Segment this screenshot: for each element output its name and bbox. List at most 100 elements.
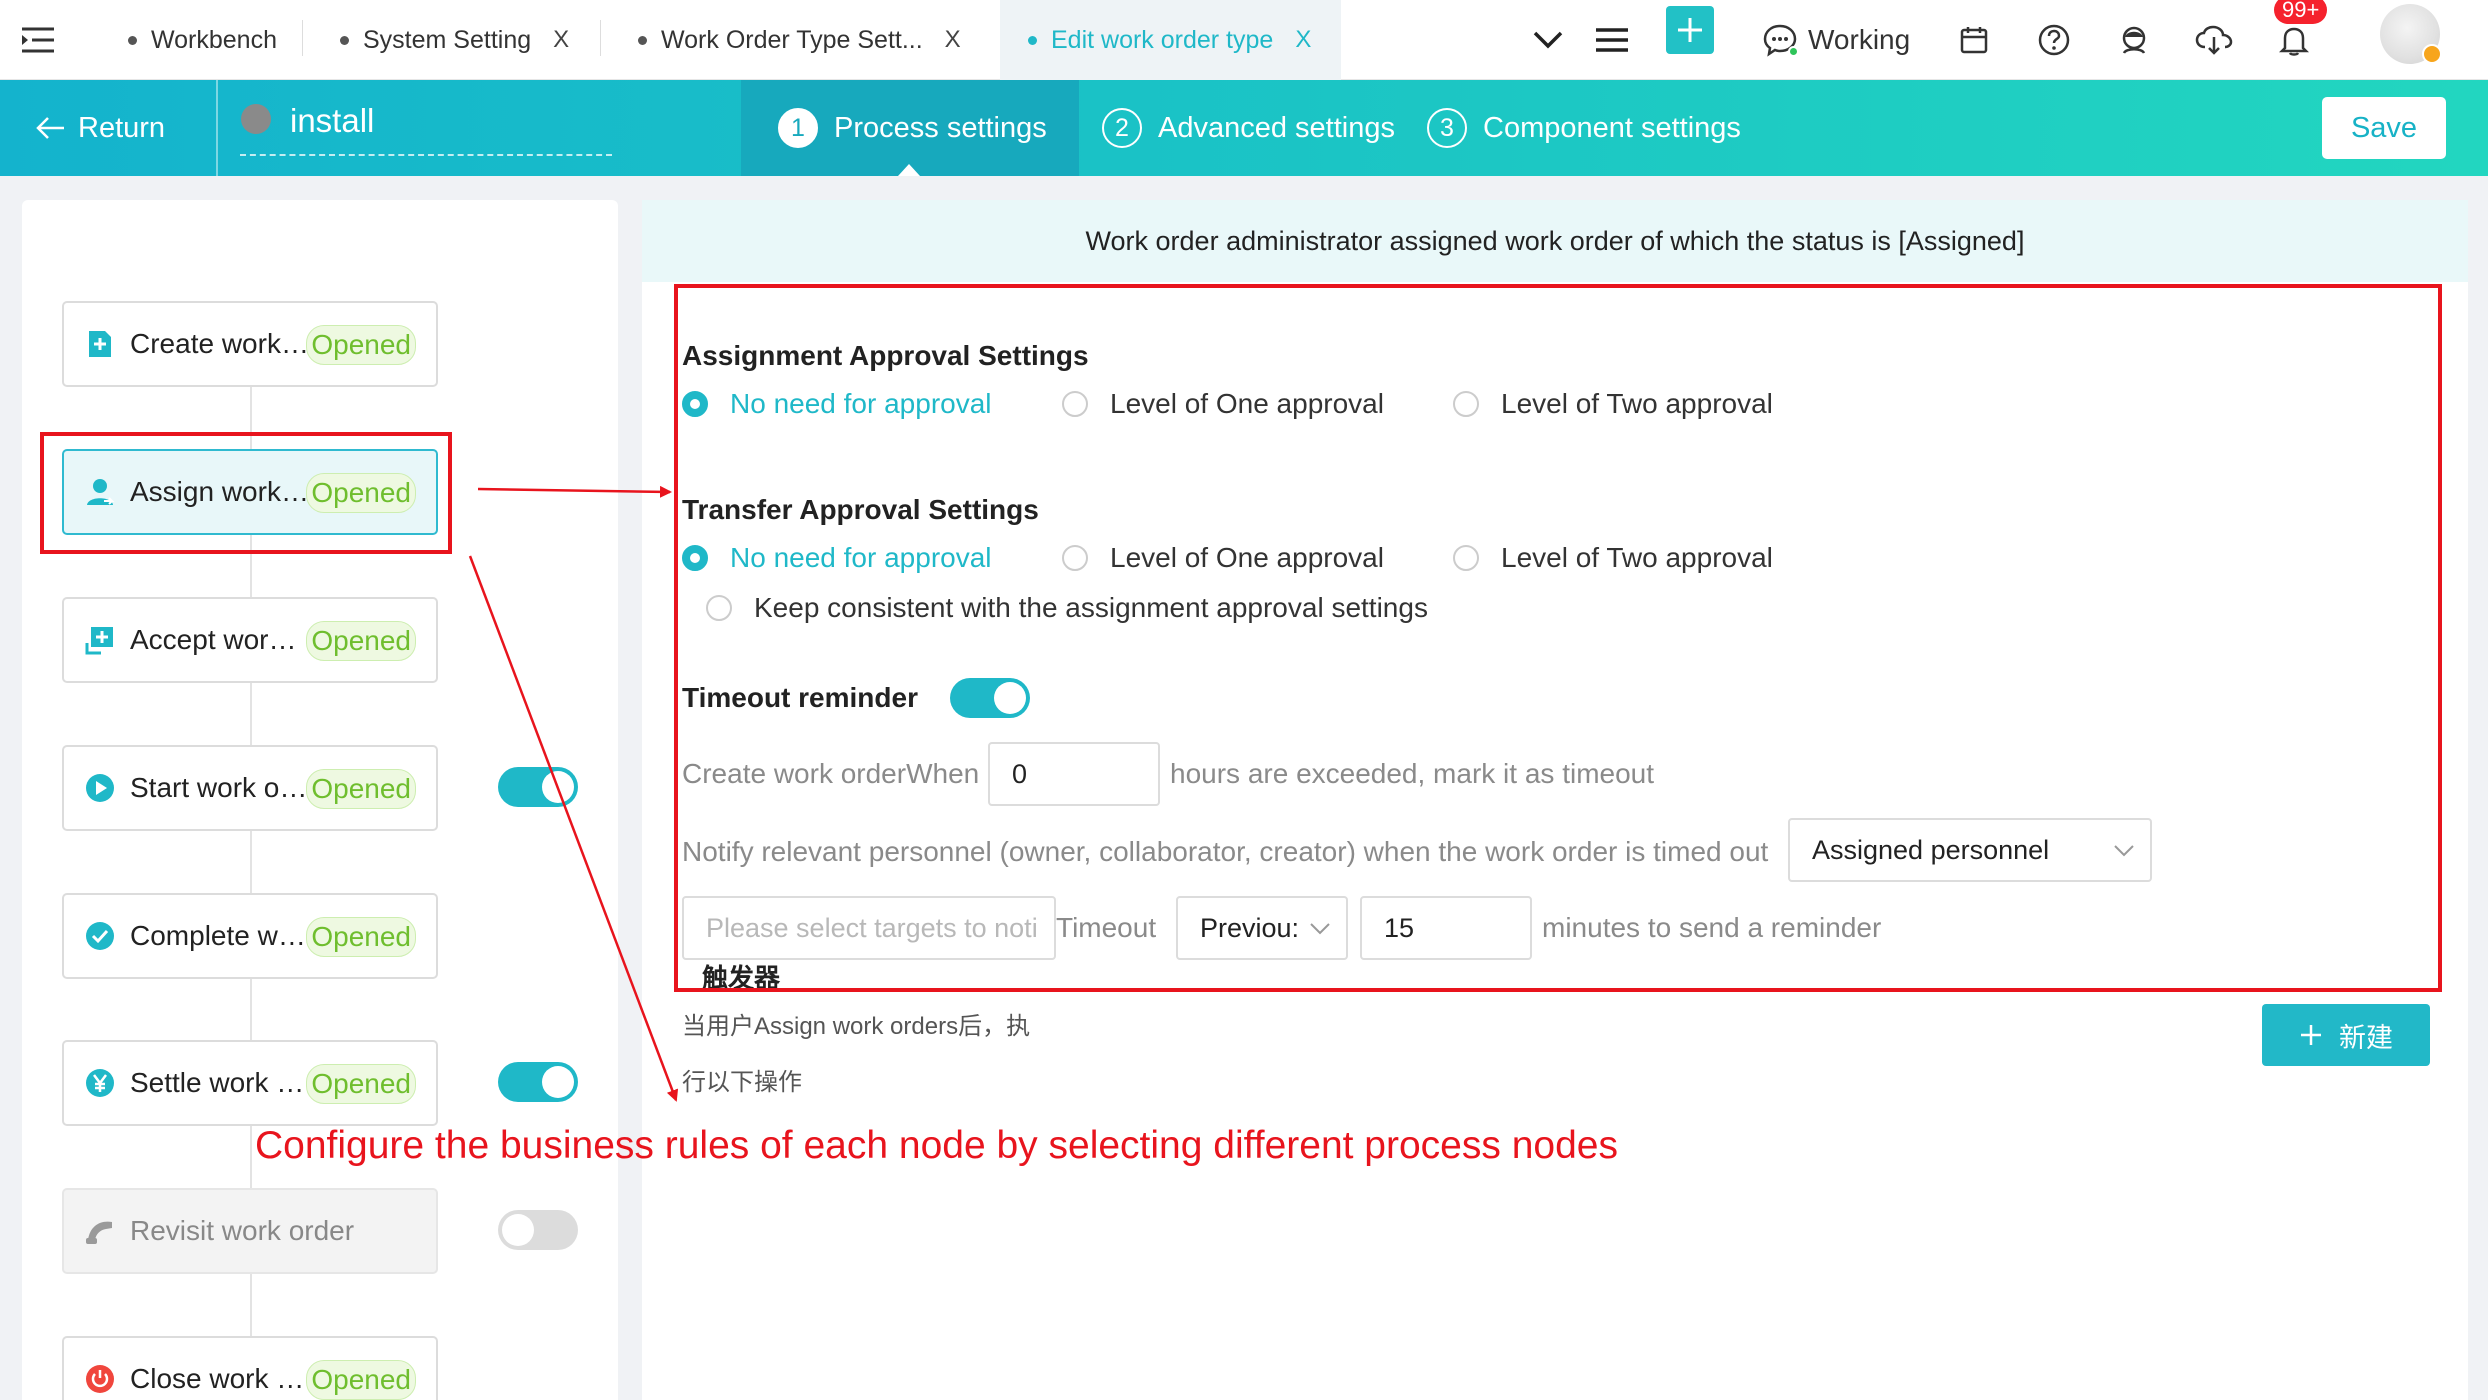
work-order-type-name[interactable]: install xyxy=(290,102,374,140)
reminder-minutes-suffix: minutes to send a reminder xyxy=(1542,912,1882,943)
radio-checked-icon xyxy=(682,545,708,571)
tab-system-setting[interactable]: System Setting X xyxy=(330,0,579,80)
timeout-hours-suffix: hours are exceeded, mark it as timeout xyxy=(1170,758,1655,789)
node-label: Start work order xyxy=(130,772,310,803)
timeout-reminder-toggle[interactable] xyxy=(950,678,1030,718)
online-dot xyxy=(1788,46,1799,57)
node-label: Create work order xyxy=(130,328,310,359)
assignment-radio-no-approval[interactable]: No need for approval xyxy=(682,388,992,420)
create-icon xyxy=(84,328,116,360)
radio-label: No need for approval xyxy=(730,388,992,419)
type-color-dot[interactable] xyxy=(241,104,271,134)
node-accept-work-order[interactable]: Accept work order Opened xyxy=(62,597,438,683)
radio-unchecked-icon xyxy=(1062,391,1088,417)
tab-label: Work Order Type Sett... xyxy=(661,25,923,54)
hamburger-icon[interactable] xyxy=(1586,14,1638,66)
status-badge: Opened xyxy=(306,1064,416,1104)
radio-label: Level of Two approval xyxy=(1501,542,1773,573)
node-label: Settle work order xyxy=(130,1067,310,1098)
timeout-label: Timeout xyxy=(1056,912,1157,943)
radio-label: No need for approval xyxy=(730,542,992,573)
arrow-left-icon xyxy=(36,117,64,139)
reminder-timing-select[interactable]: Previou: xyxy=(1176,896,1348,960)
reminder-minutes-input[interactable]: 15 xyxy=(1360,896,1532,960)
power-icon xyxy=(84,1363,116,1395)
close-icon[interactable]: X xyxy=(553,26,569,54)
return-button[interactable]: Return xyxy=(36,80,165,176)
node-label: Accept work order xyxy=(130,624,310,655)
close-icon[interactable]: X xyxy=(945,26,961,54)
tab-dot xyxy=(340,35,349,45)
node-label: Complete work order xyxy=(130,920,310,951)
notify-personnel-select[interactable]: Assigned personnel xyxy=(1788,818,2152,882)
select-value: Assigned personnel xyxy=(1812,834,2050,865)
close-icon[interactable]: X xyxy=(1295,26,1311,54)
menu-toggle-icon[interactable] xyxy=(12,14,64,66)
play-icon xyxy=(84,772,116,804)
working-label: Working xyxy=(1808,24,1911,55)
radio-unchecked-icon xyxy=(1062,545,1088,571)
node-assign-work-order[interactable]: Assign work order Opened xyxy=(62,449,438,535)
tab-dot xyxy=(638,35,647,45)
cloud-download-icon[interactable] xyxy=(2188,14,2240,66)
node-settle-work-order[interactable]: Settle work order Opened xyxy=(62,1040,438,1126)
transfer-approval-title: Transfer Approval Settings xyxy=(682,494,1039,525)
calendar-icon[interactable] xyxy=(1948,14,2000,66)
status-badge: Opened xyxy=(306,917,416,957)
phone-icon xyxy=(84,1215,116,1247)
step-advanced-settings[interactable]: 2 Advanced settings xyxy=(1102,80,1395,176)
node-revisit-work-order[interactable]: Revisit work order xyxy=(62,1188,438,1274)
transfer-radio-no-approval[interactable]: No need for approval xyxy=(682,542,992,574)
tab-label: Workbench xyxy=(151,25,277,54)
plus-icon xyxy=(2301,1025,2321,1045)
radio-label: Level of Two approval xyxy=(1501,388,1773,419)
new-trigger-button[interactable]: 新建 xyxy=(2262,1004,2430,1066)
step-process-settings[interactable]: 1 Process settings xyxy=(778,80,1047,176)
node-close-work-order[interactable]: Close work order Opened xyxy=(62,1336,438,1400)
node-toggle-revisit[interactable] xyxy=(498,1210,578,1250)
notify-targets-input[interactable]: Please select targets to noti xyxy=(682,896,1056,960)
step-label: Process settings xyxy=(834,111,1047,144)
avatar[interactable] xyxy=(2380,4,2442,64)
node-complete-work-order[interactable]: Complete work order Opened xyxy=(62,893,438,979)
node-settings-panel xyxy=(642,200,2468,1400)
transfer-radio-level-one[interactable]: Level of One approval xyxy=(1062,542,1384,574)
tab-edit-work-order-type[interactable]: Edit work order type X xyxy=(1000,0,1342,80)
user-service-icon[interactable] xyxy=(2108,14,2160,66)
timeout-hours-input[interactable]: 0 xyxy=(988,742,1160,806)
node-toggle-settle[interactable] xyxy=(498,1062,578,1102)
step-label: Advanced settings xyxy=(1158,111,1395,144)
radio-unchecked-icon xyxy=(1453,391,1479,417)
node-label: Revisit work order xyxy=(130,1215,355,1246)
chevron-down-icon[interactable] xyxy=(1522,14,1574,66)
status-badge: Opened xyxy=(306,1360,416,1400)
assignment-radio-level-two[interactable]: Level of Two approval xyxy=(1453,388,1773,420)
node-toggle-start[interactable] xyxy=(498,767,578,807)
radio-label: Level of One approval xyxy=(1110,388,1384,419)
node-create-work-order[interactable]: Create work order Opened xyxy=(62,301,438,387)
assignment-radio-level-one[interactable]: Level of One approval xyxy=(1062,388,1384,420)
plus-icon[interactable] xyxy=(1666,6,1714,54)
tab-work-order-type-settings[interactable]: Work Order Type Sett... X xyxy=(628,0,971,80)
step-number: 3 xyxy=(1427,108,1467,148)
yen-icon xyxy=(84,1067,116,1099)
check-circle-icon xyxy=(84,920,116,952)
tab-label: Edit work order type xyxy=(1051,25,1274,54)
tab-dot xyxy=(1028,35,1037,45)
status-badge: Opened xyxy=(306,473,416,513)
radio-label: Level of One approval xyxy=(1110,542,1384,573)
tab-dot xyxy=(128,35,137,45)
status-badge: Opened xyxy=(306,769,416,809)
save-button[interactable]: Save xyxy=(2322,97,2446,159)
help-icon[interactable] xyxy=(2028,14,2080,66)
transfer-radio-level-two[interactable]: Level of Two approval xyxy=(1453,542,1773,574)
avatar-status-dot xyxy=(2422,44,2442,64)
status-badge: Opened xyxy=(306,325,416,365)
step-component-settings[interactable]: 3 Component settings xyxy=(1427,80,1741,176)
transfer-radio-keep-consistent[interactable]: Keep consistent with the assignment appr… xyxy=(706,592,1428,624)
chat-icon xyxy=(1762,22,1799,58)
radio-unchecked-icon xyxy=(1453,545,1479,571)
tab-workbench[interactable]: Workbench xyxy=(118,0,287,80)
working-status[interactable]: Working xyxy=(1762,14,1910,66)
node-start-work-order[interactable]: Start work order Opened xyxy=(62,745,438,831)
